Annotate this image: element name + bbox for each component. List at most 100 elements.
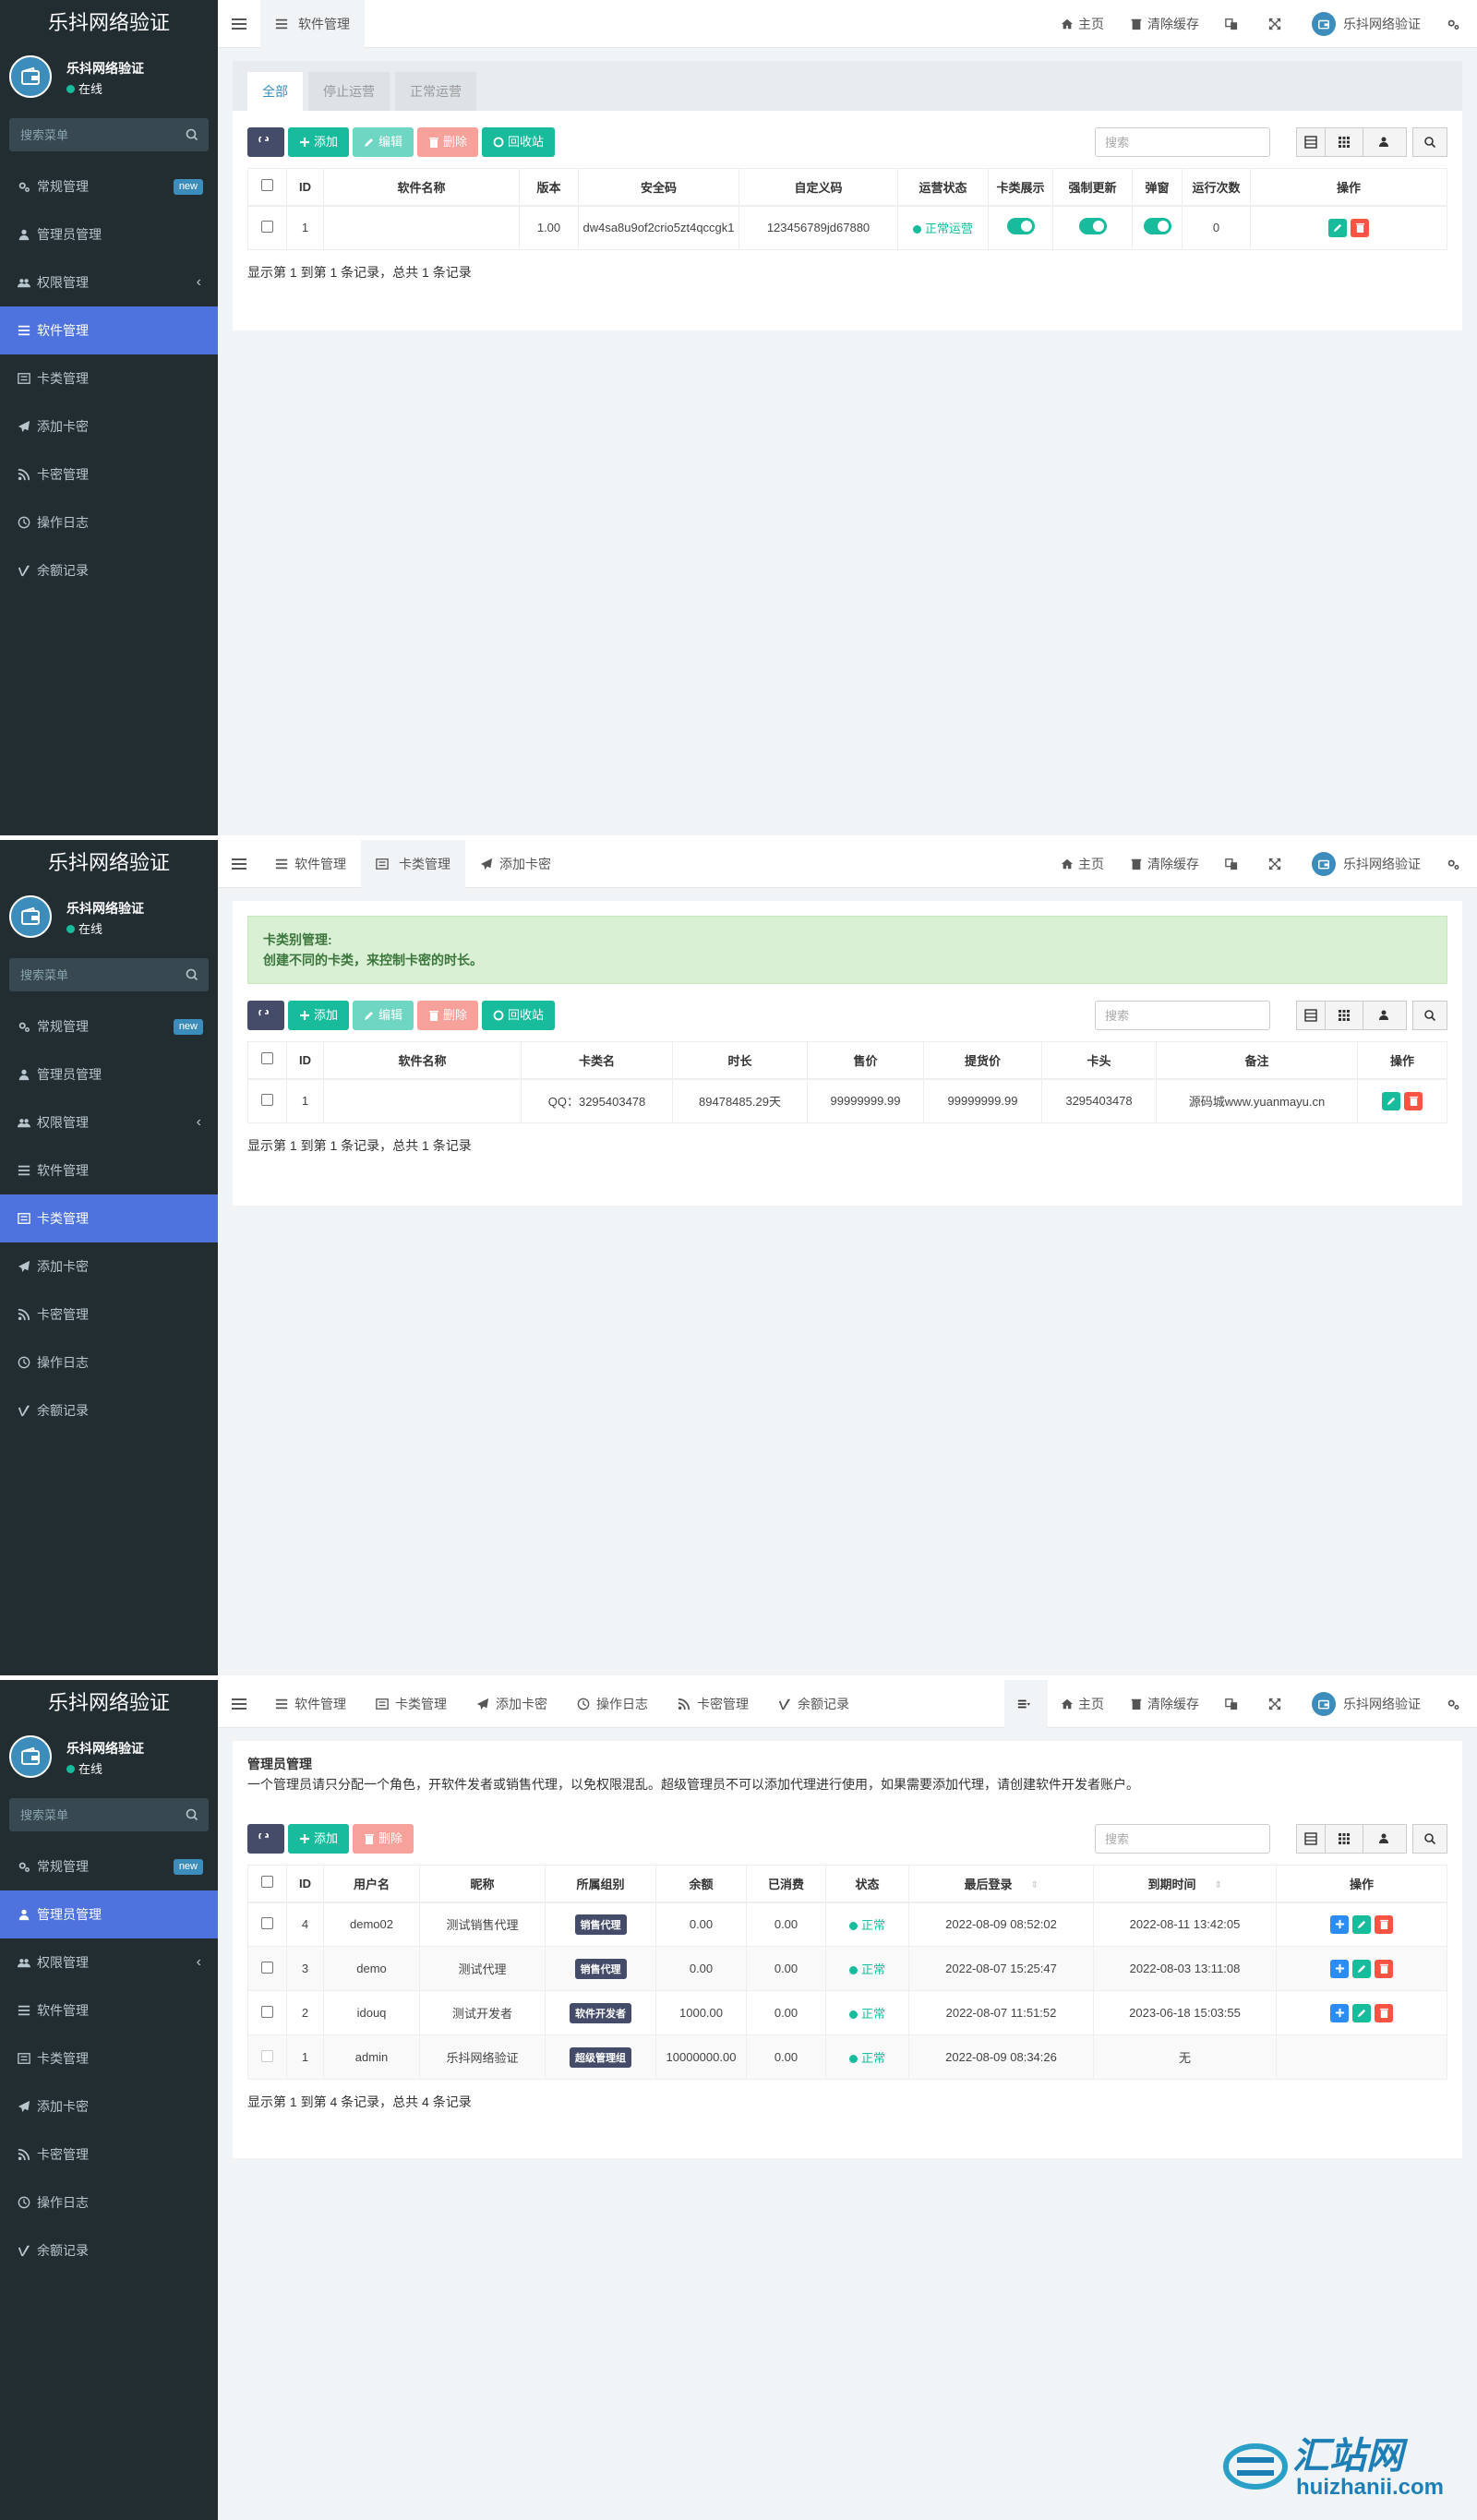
sort-icon[interactable]: ⇕ <box>1215 1880 1222 1890</box>
sidebar-item-addcard[interactable]: 添加卡密 <box>0 1242 218 1290</box>
tab-oplog[interactable]: 操作日志 <box>562 1680 663 1728</box>
translate-button[interactable] <box>1212 0 1255 48</box>
sidebar-item-general[interactable]: 常规管理 new <box>0 1002 218 1050</box>
sidebar-item-oplog[interactable]: 操作日志 <box>0 498 218 546</box>
tab-running[interactable]: 正常运营 <box>395 72 476 111</box>
row-edit-button[interactable] <box>1382 1091 1400 1110</box>
refresh-button[interactable] <box>247 1001 284 1030</box>
search-icon[interactable] <box>185 1807 199 1822</box>
sidebar-item-cardmgr[interactable]: 卡密管理 <box>0 1290 218 1338</box>
account-menu[interactable]: 乐抖网络验证 <box>1299 0 1434 48</box>
tab-software[interactable]: 软件管理 <box>260 840 361 888</box>
sidebar-item-admin[interactable]: 管理员管理 <box>0 210 218 258</box>
row-edit-button[interactable] <box>1352 2003 1371 2022</box>
edit-button[interactable]: 编辑 <box>353 1001 414 1030</box>
tab-balance[interactable]: 余额记录 <box>763 1680 864 1728</box>
sidebar-item-admin[interactable]: 管理员管理 <box>0 1890 218 1938</box>
search-button[interactable] <box>1412 1824 1447 1854</box>
table-search-input[interactable] <box>1095 127 1270 157</box>
translate-button[interactable] <box>1212 840 1255 888</box>
select-all-checkbox[interactable] <box>261 1052 273 1065</box>
columns-button[interactable] <box>1325 127 1363 157</box>
sidebar-item-general[interactable]: 常规管理 new <box>0 162 218 210</box>
row-delete-button[interactable] <box>1351 218 1369 237</box>
search-icon[interactable] <box>185 967 199 982</box>
sidebar-item-oplog[interactable]: 操作日志 <box>0 1338 218 1386</box>
row-delete-button[interactable] <box>1375 1914 1393 1934</box>
row-checkbox[interactable] <box>261 1916 273 1929</box>
add-button[interactable]: 添加 <box>288 127 350 157</box>
edit-button[interactable]: 编辑 <box>353 127 414 157</box>
fullscreen-button[interactable] <box>1255 1680 1299 1728</box>
tab-addcard[interactable]: 添加卡密 <box>462 1680 562 1728</box>
search-icon[interactable] <box>185 127 199 142</box>
sidebar-item-balance[interactable]: 余额记录 <box>0 1386 218 1434</box>
settings-button[interactable] <box>1434 0 1477 48</box>
menu-search-input[interactable] <box>9 1798 209 1831</box>
clear-cache-button[interactable]: 清除缓存 <box>1117 840 1212 888</box>
delete-button[interactable]: 删除 <box>417 127 479 157</box>
sidebar-item-addcard[interactable]: 添加卡密 <box>0 402 218 450</box>
sidebar-item-cardmgr[interactable]: 卡密管理 <box>0 450 218 498</box>
row-edit-button[interactable] <box>1352 1914 1371 1934</box>
fullscreen-button[interactable] <box>1255 840 1299 888</box>
account-menu[interactable]: 乐抖网络验证 <box>1299 840 1434 888</box>
tab-all[interactable]: 全部 <box>247 72 303 111</box>
row-delete-button[interactable] <box>1375 2003 1393 2022</box>
toggle-view-button[interactable] <box>1296 127 1326 157</box>
row-delete-button[interactable] <box>1404 1091 1423 1110</box>
columns-button[interactable] <box>1325 1001 1363 1030</box>
row-edit-button[interactable] <box>1328 218 1347 237</box>
search-button[interactable] <box>1412 1001 1447 1030</box>
tabs-dropdown[interactable] <box>1004 1680 1048 1728</box>
tab-stopped[interactable]: 停止运营 <box>308 72 390 111</box>
row-checkbox[interactable] <box>261 220 273 233</box>
tab-software[interactable]: 软件管理 <box>260 0 365 48</box>
popup-toggle[interactable] <box>1143 218 1171 235</box>
menu-toggle[interactable] <box>218 0 260 48</box>
refresh-button[interactable] <box>247 127 284 157</box>
settings-button[interactable] <box>1434 1680 1477 1728</box>
fullscreen-button[interactable] <box>1255 0 1299 48</box>
tab-software[interactable]: 软件管理 <box>260 1680 361 1728</box>
row-delete-button[interactable] <box>1375 1959 1393 1978</box>
toggle-view-button[interactable] <box>1296 1824 1326 1854</box>
tab-addcard[interactable]: 添加卡密 <box>465 840 566 888</box>
home-link[interactable]: 主页 <box>1048 840 1117 888</box>
row-checkbox[interactable] <box>261 1961 273 1974</box>
sidebar-item-oplog[interactable]: 操作日志 <box>0 2178 218 2226</box>
row-recharge-button[interactable] <box>1330 2003 1349 2022</box>
translate-button[interactable] <box>1212 1680 1255 1728</box>
clear-cache-button[interactable]: 清除缓存 <box>1117 0 1212 48</box>
sidebar-item-cardtype[interactable]: 卡类管理 <box>0 1194 218 1242</box>
search-button[interactable] <box>1412 127 1447 157</box>
home-link[interactable]: 主页 <box>1048 0 1117 48</box>
sidebar-item-software[interactable]: 软件管理 <box>0 1986 218 2034</box>
sidebar-item-cardmgr[interactable]: 卡密管理 <box>0 2130 218 2178</box>
tab-cardtype[interactable]: 卡类管理 <box>361 840 465 888</box>
tab-cardmgr[interactable]: 卡密管理 <box>663 1680 763 1728</box>
sidebar-item-auth[interactable]: 权限管理 ‹ <box>0 1098 218 1146</box>
refresh-button[interactable] <box>247 1824 284 1854</box>
menu-search-input[interactable] <box>9 958 209 991</box>
sidebar-item-balance[interactable]: 余额记录 <box>0 2226 218 2274</box>
sidebar-item-software[interactable]: 软件管理 <box>0 306 218 354</box>
home-link[interactable]: 主页 <box>1048 1680 1117 1728</box>
sidebar-item-admin[interactable]: 管理员管理 <box>0 1050 218 1098</box>
row-edit-button[interactable] <box>1352 1959 1371 1978</box>
delete-button[interactable]: 删除 <box>353 1824 414 1854</box>
tab-cardtype[interactable]: 卡类管理 <box>361 1680 462 1728</box>
menu-toggle[interactable] <box>218 1680 260 1728</box>
clear-cache-button[interactable]: 清除缓存 <box>1117 1680 1212 1728</box>
sidebar-item-auth[interactable]: 权限管理 ‹ <box>0 258 218 306</box>
sidebar-item-auth[interactable]: 权限管理 ‹ <box>0 1938 218 1986</box>
recycle-button[interactable]: 回收站 <box>482 1001 556 1030</box>
sidebar-item-addcard[interactable]: 添加卡密 <box>0 2082 218 2130</box>
select-all-checkbox[interactable] <box>261 1876 273 1889</box>
export-button[interactable] <box>1363 1001 1407 1030</box>
table-search-input[interactable] <box>1095 1824 1270 1854</box>
settings-button[interactable] <box>1434 840 1477 888</box>
sidebar-item-cardtype[interactable]: 卡类管理 <box>0 2034 218 2082</box>
menu-toggle[interactable] <box>218 840 260 888</box>
sidebar-item-cardtype[interactable]: 卡类管理 <box>0 354 218 402</box>
